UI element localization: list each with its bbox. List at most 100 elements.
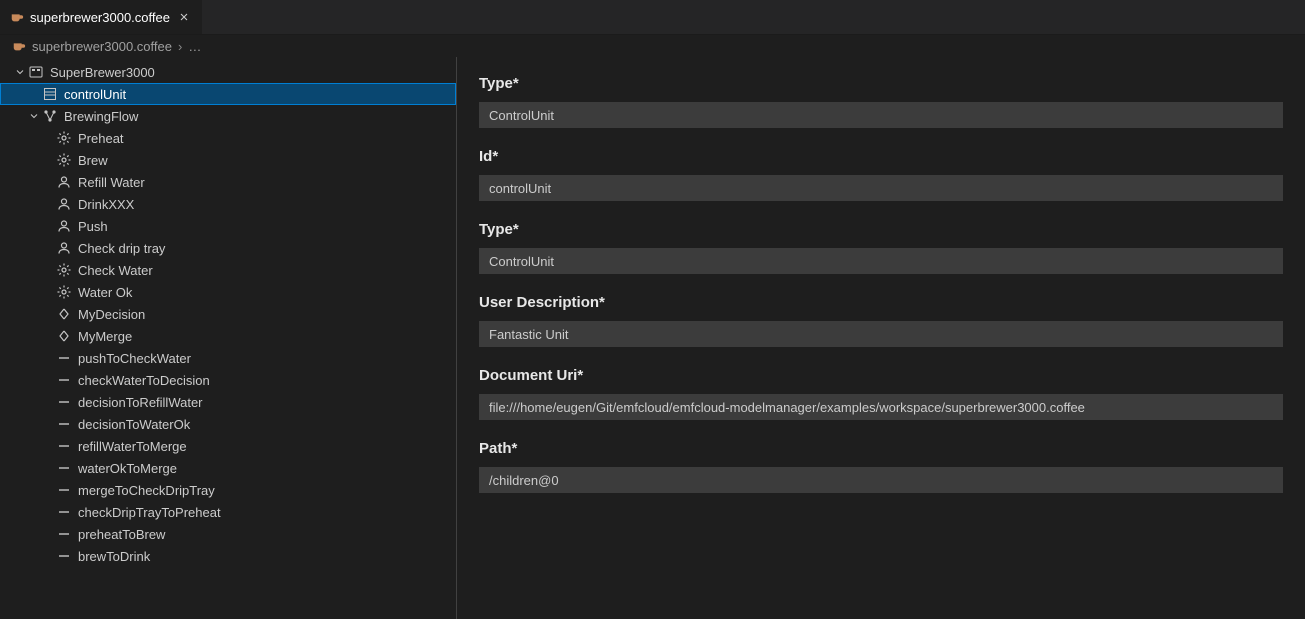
tree-item-label: Preheat bbox=[78, 131, 124, 146]
machine-icon bbox=[28, 64, 44, 80]
merge-icon bbox=[56, 328, 72, 344]
tree-arrow-placeholder bbox=[40, 174, 56, 190]
tree-item-label: BrewingFlow bbox=[64, 109, 138, 124]
tree-item-myMerge[interactable]: MyMerge bbox=[0, 325, 456, 347]
tree-arrow-placeholder bbox=[26, 86, 42, 102]
breadcrumb-ellipsis[interactable]: … bbox=[188, 39, 201, 54]
tree-item-checkWaterToDecision[interactable]: checkWaterToDecision bbox=[0, 369, 456, 391]
tree-item-preheatToBrew[interactable]: preheatToBrew bbox=[0, 523, 456, 545]
tree-item-myDecision[interactable]: MyDecision bbox=[0, 303, 456, 325]
chevron-down-icon[interactable] bbox=[26, 108, 42, 124]
tree-arrow-placeholder bbox=[40, 416, 56, 432]
tree-arrow-placeholder bbox=[40, 218, 56, 234]
tree-arrow-placeholder bbox=[40, 130, 56, 146]
tree-item-checkDripTray[interactable]: Check drip tray bbox=[0, 237, 456, 259]
form-label: Path* bbox=[479, 440, 1283, 457]
close-icon[interactable] bbox=[176, 9, 192, 25]
tree-arrow-placeholder bbox=[40, 240, 56, 256]
user-icon bbox=[56, 240, 72, 256]
chevron-down-icon[interactable] bbox=[12, 64, 28, 80]
tree-arrow-placeholder bbox=[40, 372, 56, 388]
form-group-document-uri-field: Document Uri* bbox=[479, 367, 1283, 420]
tree-item-brew[interactable]: Brew bbox=[0, 149, 456, 171]
unit-icon bbox=[42, 86, 58, 102]
coffee-icon bbox=[12, 39, 26, 53]
edge-icon bbox=[56, 548, 72, 564]
edge-icon bbox=[56, 482, 72, 498]
tree-item-label: waterOkToMerge bbox=[78, 461, 177, 476]
tree-item-root[interactable]: SuperBrewer3000 bbox=[0, 61, 456, 83]
tree-item-brewingFlow[interactable]: BrewingFlow bbox=[0, 105, 456, 127]
edge-icon bbox=[56, 394, 72, 410]
tree-item-brewToDrink[interactable]: brewToDrink bbox=[0, 545, 456, 567]
tree-arrow-placeholder bbox=[40, 262, 56, 278]
tree-arrow-placeholder bbox=[40, 284, 56, 300]
form-group-user-description-field: User Description* bbox=[479, 294, 1283, 347]
form-group-id-field: Id* bbox=[479, 148, 1283, 201]
tree-item-label: Water Ok bbox=[78, 285, 132, 300]
tree-item-waterOkToMerge[interactable]: waterOkToMerge bbox=[0, 457, 456, 479]
user-icon bbox=[56, 196, 72, 212]
flow-icon bbox=[42, 108, 58, 124]
form-label: Id* bbox=[479, 148, 1283, 165]
tree-arrow-placeholder bbox=[40, 438, 56, 454]
tree-arrow-placeholder bbox=[40, 328, 56, 344]
tree-item-label: checkWaterToDecision bbox=[78, 373, 210, 388]
tree-arrow-placeholder bbox=[40, 504, 56, 520]
user-icon bbox=[56, 218, 72, 234]
type-field-1[interactable] bbox=[479, 102, 1283, 128]
tree-arrow-placeholder bbox=[40, 548, 56, 564]
tree-item-checkWater[interactable]: Check Water bbox=[0, 259, 456, 281]
tree-item-push[interactable]: Push bbox=[0, 215, 456, 237]
main-split: SuperBrewer3000 controlUnit BrewingFlow Pre… bbox=[0, 57, 1305, 619]
tree-item-label: controlUnit bbox=[64, 87, 126, 102]
tree-item-decisionToRefillWater[interactable]: decisionToRefillWater bbox=[0, 391, 456, 413]
type-field-2[interactable] bbox=[479, 248, 1283, 274]
tree-arrow-placeholder bbox=[40, 394, 56, 410]
tree-item-preheat[interactable]: Preheat bbox=[0, 127, 456, 149]
tree-item-label: decisionToWaterOk bbox=[78, 417, 190, 432]
form-panel: Type* Id* Type* User Description* Document U… bbox=[457, 57, 1305, 619]
tree-item-waterOk[interactable]: Water Ok bbox=[0, 281, 456, 303]
tree-item-label: Brew bbox=[78, 153, 108, 168]
document-uri-field[interactable] bbox=[479, 394, 1283, 420]
tree-arrow-placeholder bbox=[40, 152, 56, 168]
user-description-field[interactable] bbox=[479, 321, 1283, 347]
tree-item-label: MyDecision bbox=[78, 307, 145, 322]
tree-item-drinkxxx[interactable]: DrinkXXX bbox=[0, 193, 456, 215]
edge-icon bbox=[56, 416, 72, 432]
tree-item-controlUnit[interactable]: controlUnit bbox=[0, 83, 456, 105]
tree-item-pushToCheckWater[interactable]: pushToCheckWater bbox=[0, 347, 456, 369]
tree-item-decisionToWaterOk[interactable]: decisionToWaterOk bbox=[0, 413, 456, 435]
user-icon bbox=[56, 174, 72, 190]
id-field[interactable] bbox=[479, 175, 1283, 201]
tree-item-label: refillWaterToMerge bbox=[78, 439, 187, 454]
tree-item-label: brewToDrink bbox=[78, 549, 150, 564]
tree-arrow-placeholder bbox=[40, 196, 56, 212]
tree-item-mergeToCheckDripTray[interactable]: mergeToCheckDripTray bbox=[0, 479, 456, 501]
gear-icon bbox=[56, 284, 72, 300]
chevron-right-icon: › bbox=[178, 39, 182, 54]
form-label: Document Uri* bbox=[479, 367, 1283, 384]
gear-icon bbox=[56, 262, 72, 278]
form-group-type-field-2: Type* bbox=[479, 221, 1283, 274]
tree-item-checkDripTrayToPreheat[interactable]: checkDripTrayToPreheat bbox=[0, 501, 456, 523]
tree-item-label: Check drip tray bbox=[78, 241, 165, 256]
tree-item-label: pushToCheckWater bbox=[78, 351, 191, 366]
edge-icon bbox=[56, 504, 72, 520]
form-group-type-field-1: Type* bbox=[479, 75, 1283, 128]
tree-item-label: mergeToCheckDripTray bbox=[78, 483, 215, 498]
tree-item-label: preheatToBrew bbox=[78, 527, 165, 542]
tree-item-label: MyMerge bbox=[78, 329, 132, 344]
gear-icon bbox=[56, 152, 72, 168]
tree-item-label: checkDripTrayToPreheat bbox=[78, 505, 221, 520]
tree-item-refillWaterToMerge[interactable]: refillWaterToMerge bbox=[0, 435, 456, 457]
tree-item-label: SuperBrewer3000 bbox=[50, 65, 155, 80]
tab-active[interactable]: superbrewer3000.coffee bbox=[0, 0, 203, 34]
tree-item-label: Push bbox=[78, 219, 108, 234]
edge-icon bbox=[56, 526, 72, 542]
path-field[interactable] bbox=[479, 467, 1283, 493]
tree-item-refillWater[interactable]: Refill Water bbox=[0, 171, 456, 193]
form-group-path-field: Path* bbox=[479, 440, 1283, 493]
breadcrumb-file[interactable]: superbrewer3000.coffee bbox=[32, 39, 172, 54]
